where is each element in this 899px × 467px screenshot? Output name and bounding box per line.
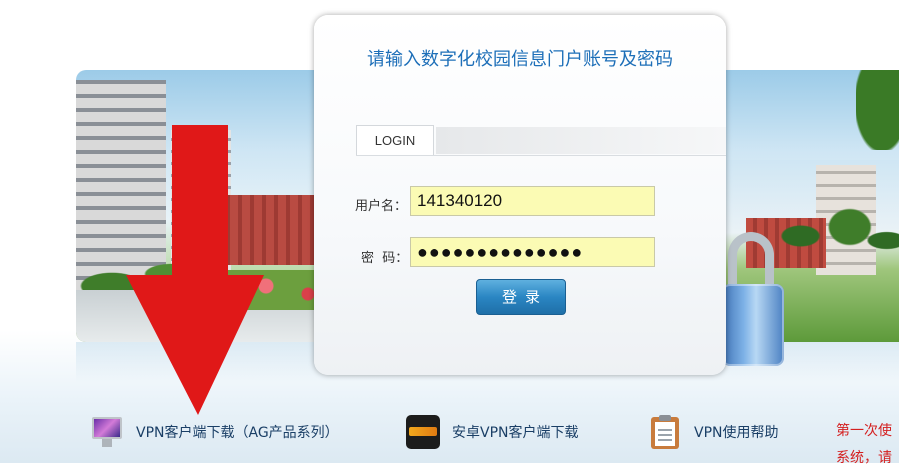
login-title: 请输入数字化校园信息门户账号及密码 bbox=[367, 49, 673, 70]
vpn-client-download-link[interactable]: VPN客户端下载（AG产品系列） bbox=[90, 415, 339, 449]
vpn-help-label: VPN使用帮助 bbox=[694, 425, 779, 441]
login-panel: 请输入数字化校园信息门户账号及密码 LOGIN 用户名： 141340120 密… bbox=[314, 15, 726, 375]
username-label: 用户名： bbox=[355, 199, 408, 214]
password-label: 密 码： bbox=[361, 251, 409, 266]
username-field[interactable]: 141340120 bbox=[410, 186, 655, 216]
tab-login[interactable]: LOGIN bbox=[356, 125, 434, 155]
android-app-icon bbox=[406, 415, 440, 449]
banner-palm-trees bbox=[776, 200, 899, 290]
clipboard-icon bbox=[648, 415, 682, 449]
android-vpn-download-label: 安卓VPN客户端下载 bbox=[452, 425, 579, 441]
login-button[interactable]: 登录 bbox=[476, 279, 566, 315]
android-vpn-download-link[interactable]: 安卓VPN客户端下载 bbox=[406, 415, 579, 449]
padlock-icon bbox=[722, 232, 786, 366]
banner-tree-top bbox=[856, 70, 899, 150]
tab-strip: LOGIN bbox=[356, 121, 726, 156]
password-field[interactable]: ●●●●●●●●●●●●●● bbox=[410, 237, 655, 267]
vpn-help-link[interactable]: VPN使用帮助 bbox=[648, 415, 779, 449]
tab-strip-bar bbox=[436, 127, 726, 154]
down-arrow-icon bbox=[126, 125, 264, 415]
vpn-client-download-label: VPN客户端下载（AG产品系列） bbox=[136, 425, 339, 441]
notice-text-line-2: 系统，请 bbox=[836, 450, 892, 466]
notice-text-line-1: 第一次使 bbox=[836, 423, 892, 439]
monitor-icon bbox=[90, 415, 124, 449]
